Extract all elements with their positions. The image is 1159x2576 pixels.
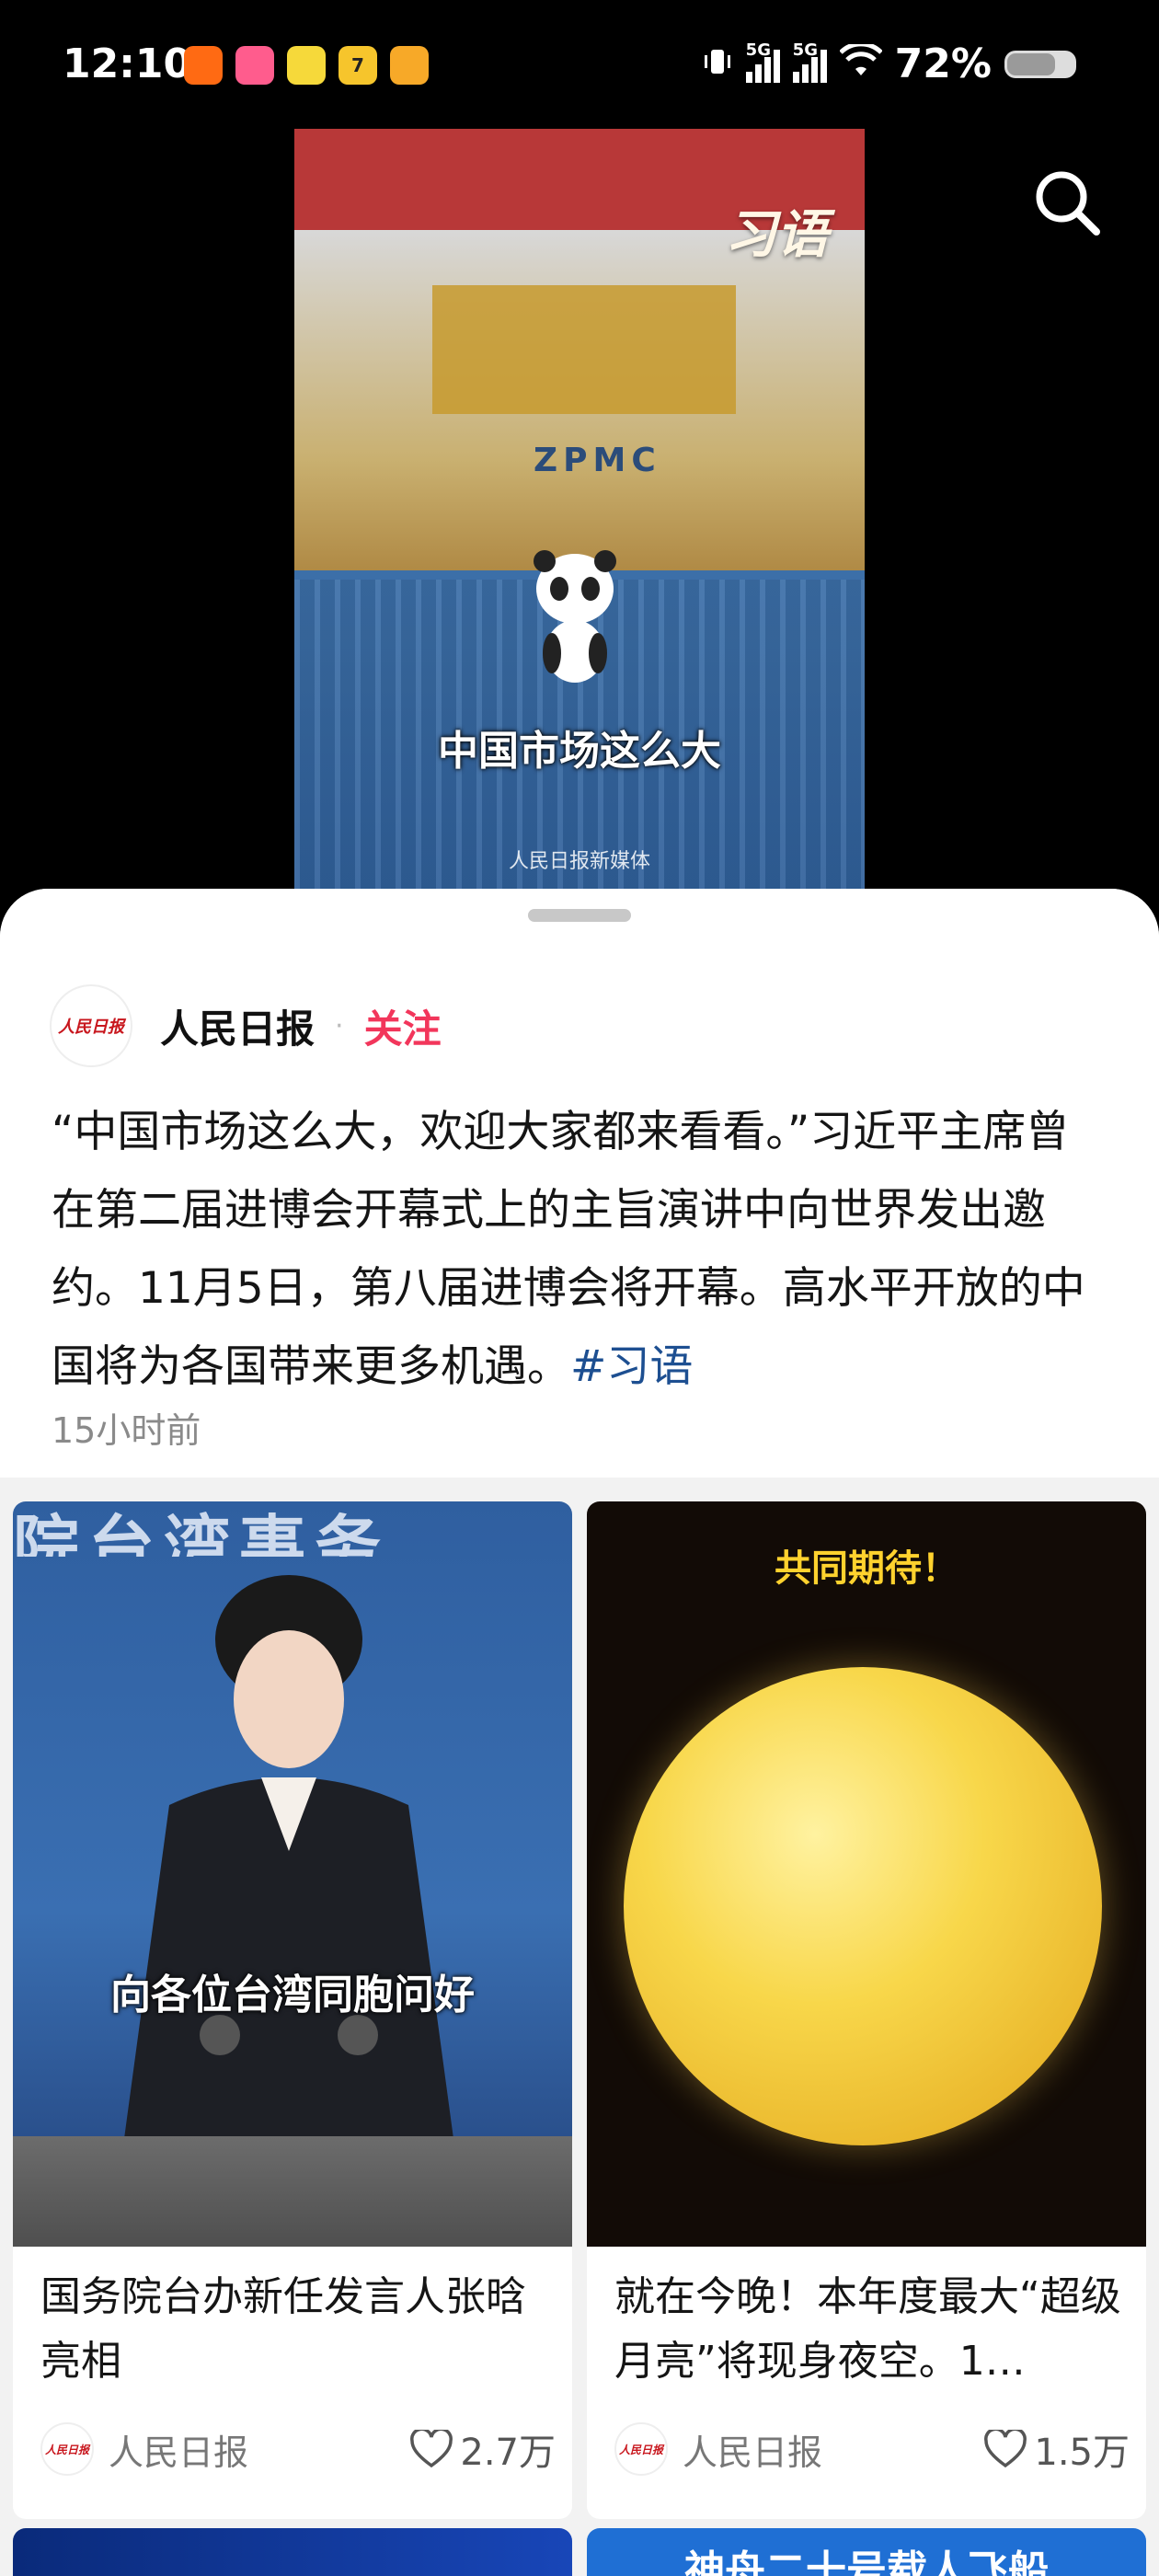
moon-image [624,1667,1102,2145]
like-button[interactable]: 1.5万 [984,2422,1130,2476]
status-time: 12:10 [63,40,192,87]
card-author-name: 人民日报 [683,2432,823,2473]
panda-mascot-icon [534,550,616,683]
network-5g-1: 5G [745,40,780,83]
card-author-avatar: 人民日报 [614,2422,668,2476]
post-body: “中国市场这么大，欢迎大家都来看看。”习近平主席曾在第二届进博会开幕式上的主旨演… [52,1107,1085,1392]
author-name[interactable]: 人民日报 [160,998,315,1054]
post-text: “中国市场这么大，欢迎大家都来看看。”习近平主席曾在第二届进博会开幕式上的主旨演… [52,1093,1109,1406]
battery-icon [1004,50,1076,78]
feed-card-peek[interactable]: 神舟二十号载人飞船 [587,2528,1146,2576]
like-button[interactable]: 2.7万 [410,2422,556,2476]
status-indicators: 5G 5G 72% [702,40,1076,87]
separator-dot: · [335,1009,344,1042]
follow-button[interactable]: 关注 [364,998,442,1054]
status-bar: 12:10 7 5G 5G 72% [0,0,1159,129]
vibrate-icon [702,40,733,87]
network-5g-2: 5G [792,40,827,83]
app-icon-3 [287,46,326,85]
card-meta: 人民日报 人民日报 2.7万 [40,2421,556,2477]
crane-graphic [432,285,736,414]
feed-card[interactable]: 院台湾事务 向各位台湾同胞问好 国务院台办新任发言人张晗亮相 人民日报 人民日报… [13,1501,572,2519]
video-watermark: 人民日报新媒体 [508,850,650,873]
heart-icon [984,2430,1027,2468]
spokesperson-figure [123,1575,454,2145]
video-brand-mark: 习语 [725,205,828,265]
app-icon-1 [184,46,223,85]
card-author-avatar: 人民日报 [40,2422,94,2476]
weibo-icon [390,46,429,85]
app-icon-2 [235,46,274,85]
author-row: 人民日报 人民日报 · 关注 [50,984,442,1067]
like-count: 2.7万 [460,2432,556,2474]
search-icon [1036,171,1100,236]
card-title: 就在今晚！本年度最大“超级月亮”将现身夜空。1… [614,2273,1121,2385]
like-count: 1.5万 [1034,2432,1130,2474]
card-thumbnail: 院台湾事务 向各位台湾同胞问好 [13,1501,572,2247]
video-player[interactable]: ZPMC 习语 中国市场这么大 人民日报新媒体 [294,129,865,892]
card-title: 国务院台办新任发言人张晗亮相 [40,2273,526,2385]
feed-card-peek[interactable] [13,2528,572,2576]
thumbnail-caption: 向各位台湾同胞问好 [110,1972,475,2018]
author-avatar[interactable]: 人民日报 [50,984,132,1067]
heart-icon [410,2430,453,2468]
card-author-name: 人民日报 [109,2432,249,2473]
post-detail-sheet: 人民日报 人民日报 · 关注 “中国市场这么大，欢迎大家都来看看。”习近平主席曾… [0,889,1159,2576]
wifi-icon [838,40,883,87]
battery-percent: 72% [894,40,992,87]
video-caption: 中国市场这么大 [438,728,721,775]
crane-label: ZPMC [534,442,661,479]
post-timestamp: 15小时前 [52,1410,201,1451]
card-meta: 人民日报 人民日报 1.5万 [614,2421,1130,2477]
podium [13,2136,572,2247]
search-button[interactable] [1030,166,1104,239]
peek-card-text: 神舟二十号载人飞船 [684,2547,1049,2576]
feed-card[interactable]: 共同期待！ 就在今晚！本年度最大“超级月亮”将现身夜空。1… 人民日报 人民日报… [587,1501,1146,2519]
notification-app-icons: 7 [184,46,429,85]
card-thumbnail: 共同期待！ [587,1501,1146,2247]
post-header-section: 人民日报 人民日报 · 关注 “中国市场这么大，欢迎大家都来看看。”习近平主席曾… [0,889,1159,1478]
thumbnail-caption: 共同期待！ [775,1547,958,1590]
sheet-drag-handle[interactable] [528,909,631,922]
app-icon-4: 7 [339,46,377,85]
hashtag-link[interactable]: #习语 [570,1341,693,1392]
